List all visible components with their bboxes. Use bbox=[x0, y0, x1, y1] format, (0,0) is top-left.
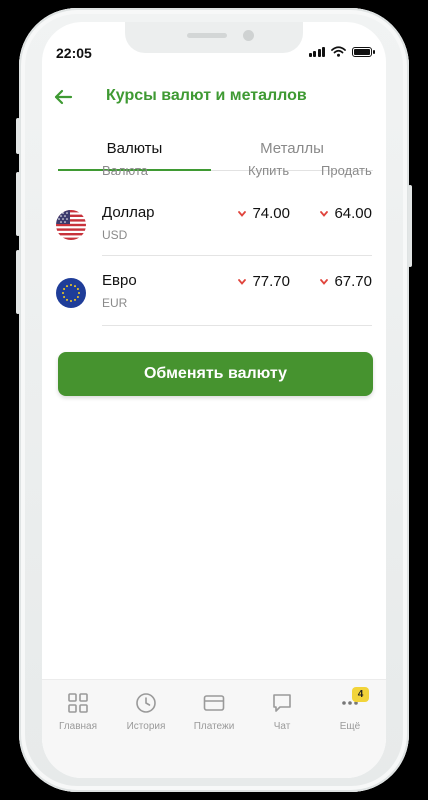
buy-rate-value: 74.00 bbox=[252, 205, 290, 222]
clock-icon bbox=[136, 693, 156, 713]
status-icons bbox=[308, 46, 375, 57]
eu-star bbox=[63, 288, 66, 290]
screen: 22:05 Курсы валют и металлов Валюты Мета… bbox=[42, 22, 386, 778]
currency-code: USD bbox=[102, 228, 128, 242]
wifi-icon bbox=[331, 46, 346, 57]
column-header-buy: Купить bbox=[248, 163, 290, 178]
page-title: Курсы валют и металлов bbox=[106, 87, 307, 104]
buy-rate: 77.70 bbox=[238, 273, 290, 290]
eu-star bbox=[76, 296, 79, 298]
signal-icon bbox=[308, 46, 325, 57]
camera bbox=[243, 30, 254, 41]
eu-star bbox=[74, 285, 76, 288]
arrow-down-icon bbox=[238, 210, 247, 217]
column-header-currency: Валюта bbox=[102, 163, 148, 178]
buy-rate: 74.00 bbox=[238, 205, 290, 222]
arrow-down-icon bbox=[320, 210, 329, 217]
currency-name: Евро bbox=[102, 272, 137, 289]
card-icon bbox=[203, 695, 225, 711]
sell-rate: 64.00 bbox=[320, 205, 372, 222]
arrow-down-icon bbox=[320, 278, 329, 285]
phone-side-button bbox=[16, 250, 20, 314]
nav-item-more[interactable]: 4 Ещё bbox=[316, 687, 384, 742]
nav-item-payments[interactable]: Платежи bbox=[180, 692, 248, 742]
currency-row-usd[interactable]: Доллар USD 74.00 64.00 bbox=[42, 188, 386, 256]
nav-item-home[interactable]: Главная bbox=[44, 692, 112, 742]
sell-rate-value: 67.70 bbox=[334, 273, 372, 290]
us-flag-icon bbox=[56, 210, 86, 240]
speaker bbox=[187, 33, 227, 38]
column-header-sell: Продать bbox=[321, 163, 372, 178]
nav-label: История bbox=[126, 721, 166, 732]
eu-star bbox=[66, 298, 68, 301]
nav-label: Платежи bbox=[193, 721, 235, 732]
grid-icon bbox=[68, 693, 88, 713]
header: Курсы валют и металлов bbox=[42, 84, 386, 114]
eu-star bbox=[76, 288, 79, 290]
chat-icon bbox=[273, 694, 291, 712]
arrow-down-icon bbox=[238, 278, 247, 285]
currency-code: EUR bbox=[102, 296, 128, 310]
nav-item-history[interactable]: История bbox=[112, 692, 180, 742]
sell-rate: 67.70 bbox=[320, 273, 372, 290]
nav-label: Ещё bbox=[339, 721, 361, 732]
eu-star bbox=[70, 300, 72, 302]
eu-star bbox=[70, 284, 72, 286]
phone-side-button bbox=[16, 172, 20, 236]
eu-star bbox=[63, 296, 66, 298]
eu-flag-icon bbox=[56, 278, 86, 308]
eu-star bbox=[78, 292, 80, 294]
exchange-currency-button[interactable]: Обменять валюту bbox=[58, 352, 373, 396]
status-time: 22:05 bbox=[56, 45, 92, 61]
nav-label: Главная bbox=[58, 721, 98, 732]
nav-item-chat[interactable]: Чат bbox=[248, 692, 316, 742]
phone-side-button bbox=[408, 185, 412, 267]
eu-star bbox=[62, 292, 64, 294]
nav-label: Чат bbox=[273, 721, 291, 732]
battery-icon bbox=[352, 46, 375, 57]
notch bbox=[125, 22, 303, 53]
eu-star bbox=[74, 298, 76, 301]
phone-side-button bbox=[16, 118, 20, 154]
row-divider bbox=[102, 325, 372, 326]
buy-rate-value: 77.70 bbox=[252, 273, 290, 290]
back-arrow-icon[interactable] bbox=[50, 84, 76, 110]
currency-name: Доллар bbox=[102, 204, 155, 221]
notification-badge: 4 bbox=[352, 687, 369, 702]
eu-star bbox=[66, 285, 68, 288]
currency-row-eur[interactable]: Евро EUR 77.70 67.70 bbox=[42, 256, 386, 326]
sell-rate-value: 64.00 bbox=[334, 205, 372, 222]
bottom-nav: Главная История Платежи Чат 4 Ещё bbox=[42, 679, 386, 778]
